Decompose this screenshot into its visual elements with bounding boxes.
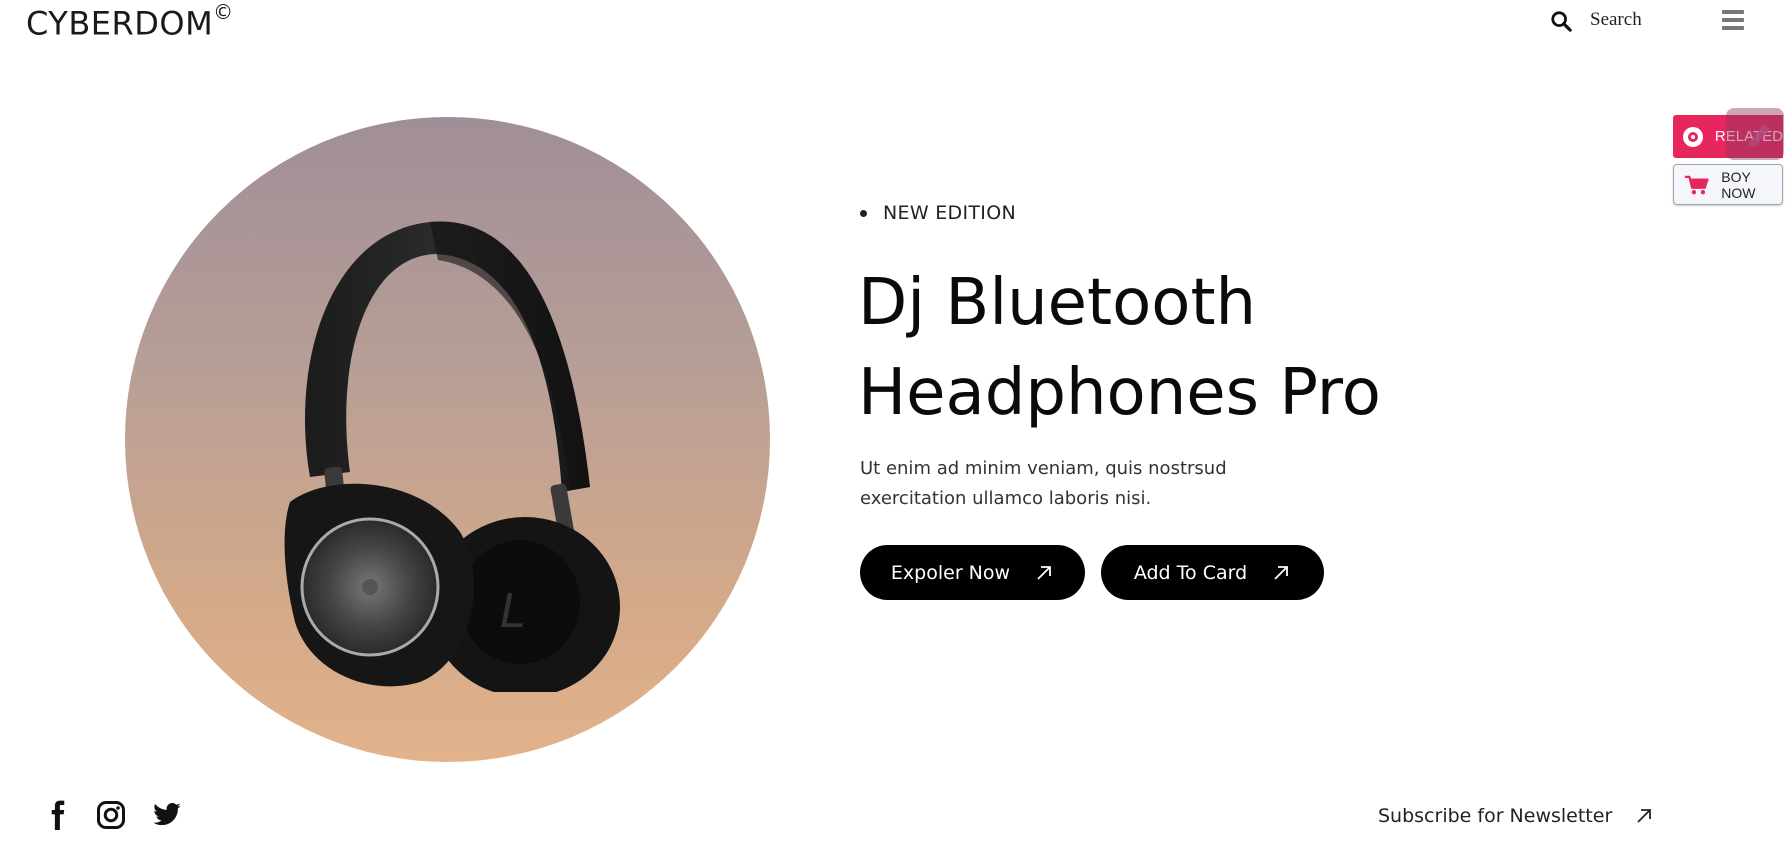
facebook-icon[interactable]	[43, 800, 73, 830]
twitter-icon[interactable]	[152, 800, 182, 830]
product-title-line-1: Dj Bluetooth	[858, 266, 1257, 340]
shopping-cart-icon	[1684, 175, 1709, 194]
arrow-up-right-icon	[1637, 809, 1652, 823]
product-title-line-2: Headphones Pro	[858, 356, 1381, 430]
badge-label: NEW EDITION	[883, 202, 1016, 224]
newsletter-link[interactable]: Subscribe for Newsletter	[1378, 805, 1654, 827]
bullet-dot-icon	[860, 209, 867, 217]
buy-now-button[interactable]: BOY NOW	[1673, 164, 1783, 205]
search-icon[interactable]	[1550, 10, 1572, 32]
product-title: Dj Bluetooth Headphones Pro	[858, 258, 1558, 438]
add-to-cart-button[interactable]: Add To Card	[1101, 545, 1324, 600]
arrow-up-right-icon	[1274, 565, 1289, 580]
logo-text: CYBERDOM	[26, 4, 214, 43]
headphones-product-image: L	[284, 221, 620, 692]
hamburger-menu-icon[interactable]	[1722, 10, 1744, 30]
search-label[interactable]: Search	[1590, 9, 1642, 31]
svg-text:L: L	[500, 584, 526, 638]
related-circle-icon	[1683, 126, 1703, 147]
pencil-edit-overlay-icon[interactable]	[1726, 108, 1784, 160]
explore-now-button[interactable]: Expoler Now	[860, 545, 1085, 600]
product-description: Ut enim ad minim veniam, quis nostrsud e…	[860, 458, 1227, 509]
instagram-icon[interactable]	[96, 800, 126, 830]
add-to-cart-label: Add To Card	[1133, 561, 1248, 584]
explore-now-label: Expoler Now	[890, 561, 1011, 584]
logo-copyright-mark: ©	[213, 0, 234, 24]
buy-now-label: BOY NOW	[1721, 168, 1756, 201]
hero-image-circle: L	[125, 117, 770, 762]
newsletter-label: Subscribe for Newsletter	[1378, 805, 1613, 827]
arrow-up-right-icon	[1037, 565, 1051, 580]
brand-logo[interactable]: CYBERDOM©	[26, 0, 234, 43]
new-edition-badge: NEW EDITION	[860, 202, 1016, 224]
